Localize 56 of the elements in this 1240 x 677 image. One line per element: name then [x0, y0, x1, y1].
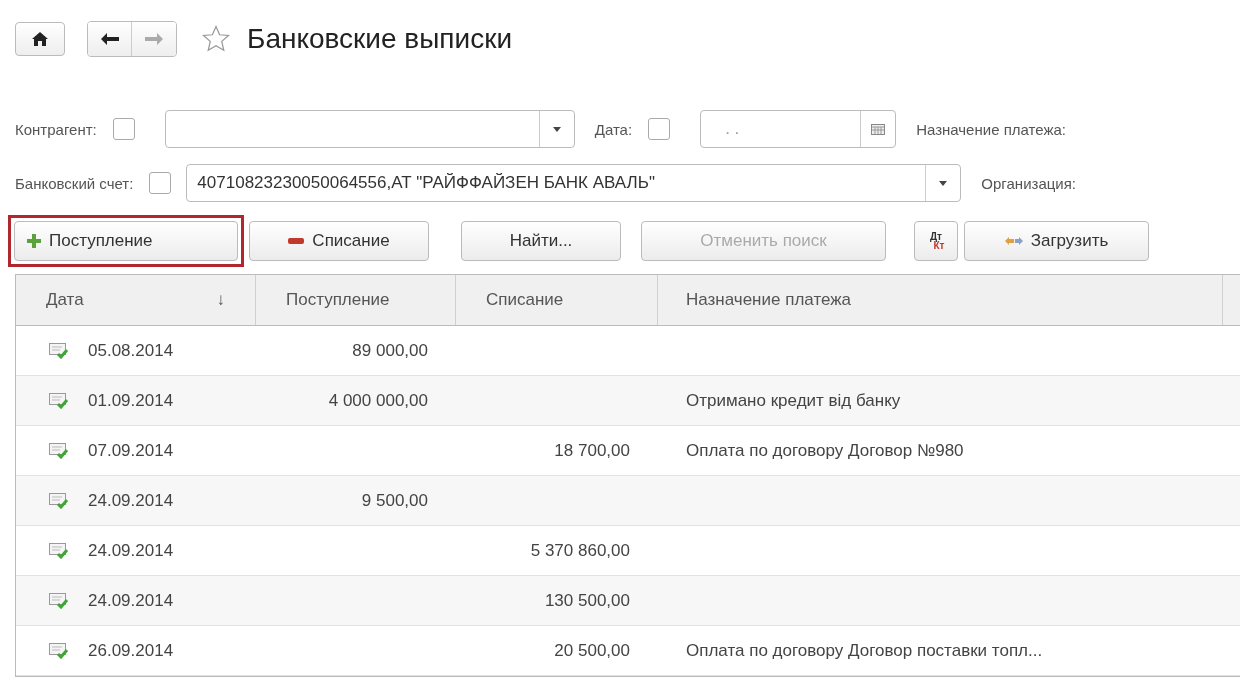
filter-label: Банковский счет: — [15, 174, 134, 192]
date-cell: 05.08.2014 — [88, 340, 174, 361]
debit-credit-button[interactable]: Дт Кт — [914, 221, 958, 261]
forward-arrow-icon — [145, 33, 163, 45]
amount-cell: 5 370 860,00 — [530, 540, 630, 561]
amount-cell: 18 700,00 — [554, 440, 630, 461]
posted-document-icon — [49, 542, 69, 559]
column-header[interactable]: Поступление — [256, 275, 456, 325]
minus-icon — [288, 238, 305, 244]
expense-button[interactable]: Списание — [249, 221, 429, 261]
dropdown-icon — [939, 180, 948, 186]
home-icon — [32, 32, 48, 46]
purpose-cell: Оплата по договору Договор поставки топл... — [686, 640, 1043, 661]
amount-cell: 130 500,00 — [544, 590, 630, 611]
date-cell: 01.09.2014 — [88, 390, 174, 411]
posted-document-icon — [49, 342, 69, 359]
posted-document-icon — [49, 392, 69, 409]
page-title: Банковские выписки — [247, 23, 513, 55]
posted-document-icon — [49, 442, 69, 459]
income-button[interactable]: Поступление — [14, 221, 238, 261]
calendar-icon — [871, 123, 886, 135]
star-icon[interactable] — [201, 24, 231, 54]
posted-document-icon — [49, 492, 69, 509]
amount-cell: 89 000,00 — [352, 340, 428, 361]
load-button[interactable]: Загрузить — [964, 221, 1149, 261]
back-arrow-icon — [100, 33, 119, 45]
filter-label: Назначение платежа: — [916, 120, 1066, 138]
amount-cell: 20 500,00 — [554, 640, 630, 661]
checkbox[interactable] — [149, 172, 172, 194]
posted-document-icon — [49, 642, 69, 659]
date-cell: 24.09.2014 — [88, 590, 174, 611]
bank-account-field[interactable]: 40710823230050064556,АТ "РАЙФФАЙЗЕН БАНК АВАЛЬ" — [186, 164, 962, 202]
date-cell: 07.09.2014 — [88, 440, 174, 461]
posted-document-icon — [49, 592, 69, 609]
dropdown-icon — [552, 126, 561, 132]
filter-label: Организация: — [981, 174, 1076, 192]
column-header[interactable]: Списание — [456, 275, 658, 325]
arrows-icon — [1004, 236, 1023, 246]
filter-label: Контрагент: — [15, 120, 97, 138]
filter-label: Дата: — [594, 120, 633, 138]
plus-icon — [27, 234, 41, 248]
date-cell: 26.09.2014 — [88, 640, 174, 661]
back-button[interactable] — [88, 22, 132, 56]
home-button[interactable] — [15, 22, 65, 56]
find-button[interactable]: Найти... — [461, 221, 621, 261]
date-cell: 24.09.2014 — [88, 490, 174, 511]
purpose-cell: Отримано кредит від банку — [686, 390, 901, 411]
counterparty-field[interactable] — [164, 110, 575, 148]
date-cell: 24.09.2014 — [88, 540, 174, 561]
column-header[interactable]: Назначение платежа — [658, 275, 1223, 325]
checkbox[interactable] — [648, 118, 671, 140]
checkbox[interactable] — [112, 118, 135, 140]
column-header[interactable]: Дата ↓ — [16, 275, 256, 325]
purpose-cell: Оплата по договору Договор №980 — [686, 440, 964, 461]
amount-cell: 9 500,00 — [361, 490, 428, 511]
amount-cell: 4 000 000,00 — [328, 390, 428, 411]
